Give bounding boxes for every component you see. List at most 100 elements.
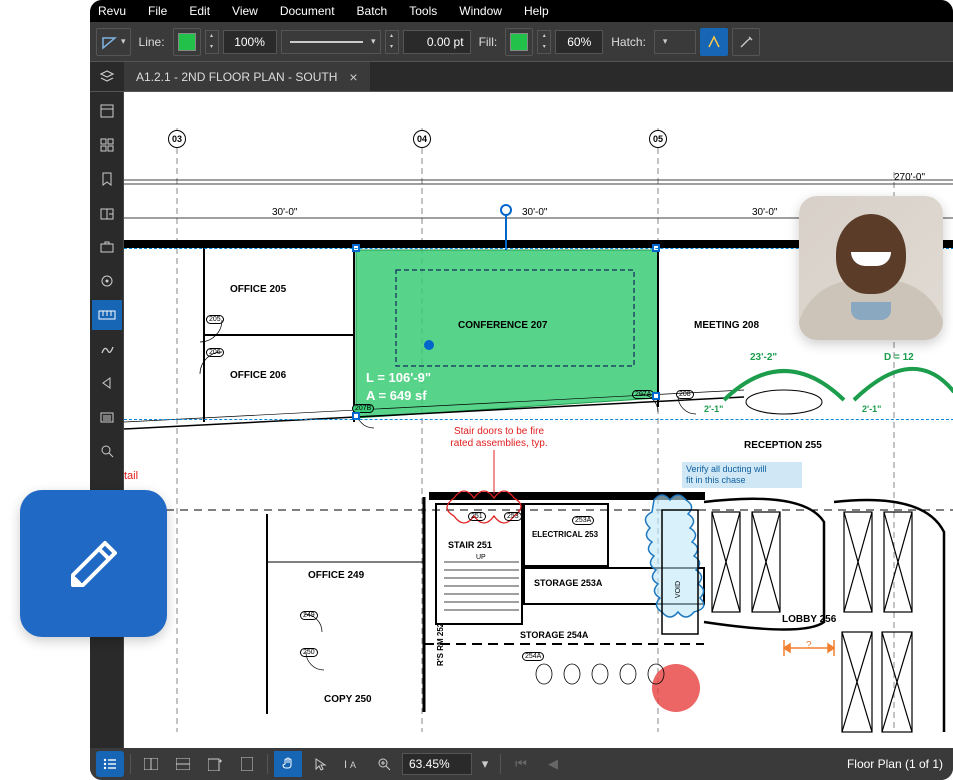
room-storage-253a: STORAGE 253A — [534, 578, 602, 588]
drawing-canvas[interactable]: 03 04 05 30'-0" 30'-0" 30'-0" 30'-0" 270… — [124, 92, 953, 748]
menu-item-document[interactable]: Document — [280, 4, 335, 18]
svg-text:I: I — [344, 759, 347, 771]
door-208: 208 — [676, 390, 694, 399]
panel-search-icon[interactable] — [92, 436, 122, 466]
panel-spaces-icon[interactable] — [92, 198, 122, 228]
room-electrical-253: ELECTRICAL 253 — [530, 530, 600, 539]
endpoint-button[interactable] — [732, 28, 760, 56]
menu-item-tools[interactable]: Tools — [409, 4, 437, 18]
dim-arc-2b: 2'-1" — [862, 404, 881, 414]
door-207a: 207A — [632, 390, 654, 399]
room-stair-251: STAIR 251 — [448, 540, 492, 550]
page-status: Floor Plan (1 of 1) — [847, 757, 947, 771]
zoom-tool-icon[interactable] — [370, 751, 398, 777]
tab-close-icon[interactable]: × — [349, 69, 357, 85]
pencil-tile[interactable] — [20, 490, 167, 637]
left-sidebar — [90, 92, 124, 748]
line-style-dropdown[interactable]: ▾ — [281, 30, 381, 54]
room-storage-254a: STORAGE 254A — [520, 630, 588, 640]
fill-label: Fill: — [475, 35, 502, 49]
offset-input[interactable] — [403, 30, 471, 54]
prev-page-icon[interactable]: ◀ — [539, 751, 567, 777]
panel-bookmarks-icon[interactable] — [92, 164, 122, 194]
panel-thumbnails-icon[interactable] — [92, 130, 122, 160]
line-width-input[interactable] — [223, 30, 277, 54]
menu-item-file[interactable]: File — [148, 4, 167, 18]
note-ducting: Verify all ducting will fit in this chas… — [682, 462, 802, 488]
view-new-icon[interactable] — [201, 751, 229, 777]
menu-item-help[interactable]: Help — [524, 4, 549, 18]
measurement-length: L = 106'-9" — [366, 370, 431, 385]
menu-item-revu[interactable]: Revu — [98, 4, 126, 18]
panel-links-icon[interactable] — [92, 402, 122, 432]
first-page-icon[interactable]: ⏮ — [507, 751, 535, 777]
room-rm-252: R'S RM 252 — [436, 623, 445, 666]
select-tool-icon[interactable] — [306, 751, 334, 777]
menu-bar: Revu File Edit View Document Batch Tools… — [90, 0, 953, 22]
menu-item-edit[interactable]: Edit — [189, 4, 210, 18]
offset-spinner[interactable]: ▴▾ — [385, 30, 399, 54]
midpoint-handle[interactable] — [424, 340, 434, 350]
room-reception-255: RECEPTION 255 — [744, 440, 822, 451]
door-206: 206 — [206, 348, 224, 357]
dim-270: 270'-0" — [894, 172, 925, 183]
bottom-toolbar: IA 63.45% ▾ ⏮ ◀ Floor Plan (1 of 1) — [90, 748, 953, 780]
room-copy-250: COPY 250 — [324, 694, 372, 705]
panel-toolchest-icon[interactable] — [92, 232, 122, 262]
note-void: VOID — [675, 581, 682, 598]
room-office-206: OFFICE 206 — [230, 370, 286, 381]
shape-tool-button[interactable]: ▾ — [96, 28, 131, 56]
fill-opacity-input[interactable] — [555, 30, 603, 54]
note-question: ? — [806, 640, 812, 651]
panel-measurements-icon[interactable] — [92, 300, 122, 330]
tab-title: A1.2.1 - 2ND FLOOR PLAN - SOUTH — [136, 70, 337, 84]
room-conference-207: CONFERENCE 207 — [458, 320, 547, 331]
room-lobby-256: LOBBY 256 — [782, 614, 836, 625]
pan-tool-icon[interactable] — [274, 751, 302, 777]
dim-30-a: 30'-0" — [272, 207, 297, 218]
pencil-icon — [59, 529, 129, 599]
list-panel-toggle[interactable] — [96, 751, 124, 777]
line-label: Line: — [135, 35, 169, 49]
measurement-area: A = 649 sf — [366, 388, 427, 403]
selection-guide-h — [124, 419, 953, 420]
layers-icon[interactable] — [90, 62, 124, 91]
rotate-handle[interactable] — [500, 204, 512, 216]
door-253a: 253A — [572, 516, 594, 525]
room-meeting-208: MEETING 208 — [694, 320, 759, 331]
view-single-icon[interactable] — [233, 751, 261, 777]
text-select-icon[interactable]: IA — [338, 751, 366, 777]
document-tab[interactable]: A1.2.1 - 2ND FLOOR PLAN - SOUTH × — [124, 62, 370, 91]
selection-handle[interactable] — [652, 392, 660, 400]
hatch-dropdown[interactable]: ▾ — [654, 30, 696, 54]
door-205: 205 — [206, 315, 224, 324]
room-office-205: OFFICE 205 — [230, 284, 286, 295]
menu-item-view[interactable]: View — [232, 4, 258, 18]
panel-settings-icon[interactable] — [92, 266, 122, 296]
zoom-dropdown-icon[interactable]: ▾ — [476, 751, 494, 777]
door-253: 253 — [504, 512, 522, 521]
line-width-spinner[interactable]: ▴▾ — [205, 30, 219, 54]
dim-30-c: 30'-0" — [752, 207, 777, 218]
view-split-v-icon[interactable] — [137, 751, 165, 777]
rotate-handle-stem — [505, 216, 507, 250]
view-split-h-icon[interactable] — [169, 751, 197, 777]
panel-signatures-icon[interactable] — [92, 334, 122, 364]
door-251: 251 — [468, 512, 486, 521]
door-250: 250 — [300, 648, 318, 657]
door-254a: 254A — [522, 652, 544, 661]
panel-back-icon[interactable] — [92, 368, 122, 398]
door-249: 249 — [300, 611, 318, 620]
fill-opacity-spinner[interactable]: ▴▾ — [537, 30, 551, 54]
panel-properties-icon[interactable] — [92, 96, 122, 126]
note-up: UP — [476, 554, 486, 561]
menu-item-batch[interactable]: Batch — [357, 4, 388, 18]
snap-button[interactable] — [700, 28, 728, 56]
dim-arc-d: D = 12 — [884, 352, 914, 363]
line-color-swatch[interactable] — [173, 28, 201, 56]
menu-item-window[interactable]: Window — [459, 4, 502, 18]
dim-arc-2a: 2'-1" — [704, 404, 723, 414]
svg-text:A: A — [350, 760, 356, 770]
fill-color-swatch[interactable] — [505, 28, 533, 56]
zoom-level-input[interactable]: 63.45% — [402, 753, 472, 775]
